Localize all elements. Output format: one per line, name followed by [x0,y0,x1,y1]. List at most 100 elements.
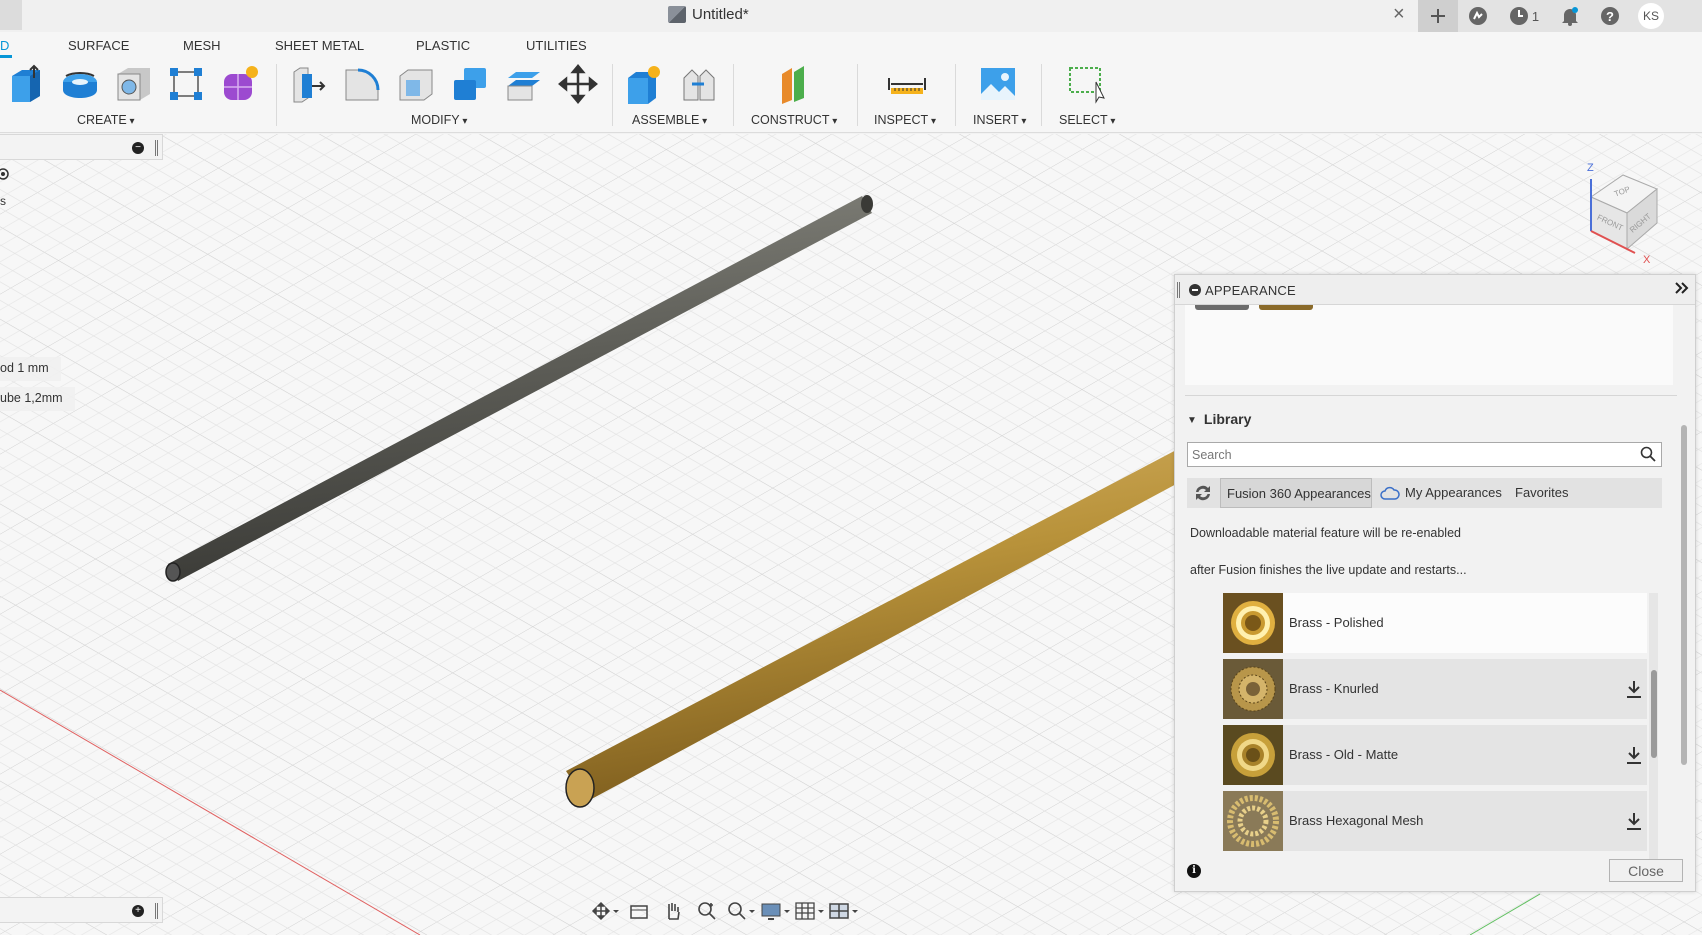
browser-item-rod[interactable]: od 1 mm [0,357,61,381]
hole-icon[interactable] [114,64,154,104]
construct-menu[interactable]: CONSTRUCT [751,113,837,127]
appearance-swatch[interactable] [1195,305,1249,310]
expand-comments-icon[interactable]: + [132,905,144,917]
document-title-text: Untitled* [692,6,749,23]
collapse-browser-icon[interactable]: − [132,142,144,154]
new-tab-button[interactable] [1418,0,1458,32]
assemble-menu[interactable]: ASSEMBLE [632,113,707,127]
tab-plastic[interactable]: PLASTIC [416,38,470,53]
document-cube-icon [668,6,686,23]
extrude-icon[interactable] [6,64,46,104]
grip-icon[interactable] [155,903,158,919]
navigation-bar [590,896,890,926]
material-row[interactable]: Brass Hexagonal Mesh [1223,791,1647,851]
measure-icon[interactable] [887,64,927,104]
info-icon[interactable]: i [1187,864,1201,878]
combine-icon[interactable] [450,64,490,104]
download-icon[interactable] [1625,679,1643,699]
material-name: Brass - Polished [1289,615,1384,630]
new-component-icon[interactable] [624,64,664,104]
download-icon[interactable] [1625,811,1643,831]
zoom-icon [698,902,716,920]
user-avatar[interactable]: KS [1638,3,1664,29]
material-row[interactable]: Brass - Polished [1223,593,1647,653]
material-list-scroll-thumb[interactable] [1651,670,1657,758]
tab-utilities[interactable]: UTILITIES [526,38,587,53]
expand-panel-icon[interactable] [1675,282,1689,294]
orbit-icon [591,901,619,921]
appearance-panel-header[interactable]: APPEARANCE [1175,275,1695,305]
close-button[interactable]: Close [1609,859,1683,882]
form-icon[interactable] [220,64,260,104]
joint-icon[interactable] [678,64,718,104]
move-icon[interactable] [558,64,598,104]
job-status-button[interactable]: 1 [1498,0,1550,32]
insert-image-icon[interactable] [978,64,1018,104]
viewports-button[interactable] [828,899,858,923]
appearance-swatch[interactable] [1259,305,1313,310]
plus-icon [1431,9,1445,23]
inspect-menu[interactable]: INSPECT [874,113,936,127]
job-count: 1 [1531,8,1540,24]
grip-icon[interactable] [155,140,158,156]
collapse-panel-icon[interactable] [1189,284,1201,296]
view-cube[interactable]: TOP FRONT RIGHT Z X [1575,155,1685,265]
press-pull-icon[interactable] [288,64,328,104]
search-icon[interactable] [1640,446,1656,462]
panel-scroll-thumb[interactable] [1681,425,1687,765]
comments-panel-header[interactable]: + [0,897,163,923]
create-menu[interactable]: CREATE [77,113,135,127]
zoom-button[interactable] [692,899,722,923]
tab-sheet-metal[interactable]: SHEET METAL [275,38,364,53]
extensions-button[interactable] [1458,0,1498,32]
select-window-icon[interactable] [1066,64,1106,104]
toolbar-separator [733,64,734,126]
zoom-window-button[interactable] [726,899,756,923]
material-row[interactable]: Brass - Knurled [1223,659,1647,719]
refresh-icon[interactable] [1191,482,1215,504]
workspace-tabs: D SURFACE MESH SHEET METAL PLASTIC UTILI… [0,32,1702,58]
revolve-icon[interactable] [60,64,100,104]
title-bar-actions: 1 ? KS [1418,0,1702,32]
pan-hand-icon [668,903,680,920]
insert-menu[interactable]: INSERT [973,113,1026,127]
notifications-button[interactable] [1550,0,1590,32]
tab-fusion-360-appearances[interactable]: Fusion 360 Appearances [1220,478,1372,508]
select-menu[interactable]: SELECT [1059,113,1115,127]
grip-icon[interactable] [1177,282,1180,298]
viewcube-x-label: X [1643,254,1651,265]
notice-line-2: after Fusion finishes the live update an… [1190,563,1467,577]
in-design-appearances [1185,305,1673,385]
eye-icon[interactable] [0,167,12,181]
browser-item-tube[interactable]: ube 1,2mm [0,387,75,411]
grid-settings-button[interactable] [794,899,824,923]
library-search-input[interactable] [1187,442,1662,467]
browser-panel-header[interactable]: − [0,134,163,160]
toolbar-separator [857,64,858,126]
download-icon[interactable] [1625,745,1643,765]
display-settings-button[interactable] [760,899,790,923]
tab-surface[interactable]: SURFACE [68,38,129,53]
brass-old-matte-thumbnail [1223,725,1283,785]
tab-my-appearances[interactable]: My Appearances [1405,485,1502,500]
browser-item-partial[interactable]: s [0,194,6,208]
close-tab-button[interactable]: × [1393,3,1405,26]
offset-plane-icon[interactable] [776,64,816,104]
offset-face-icon[interactable] [504,64,544,104]
pan-button[interactable] [658,899,688,923]
modify-menu[interactable]: MODIFY [411,113,467,127]
look-at-button[interactable] [624,899,654,923]
tab-favorites[interactable]: Favorites [1515,485,1568,500]
library-tabs: Fusion 360 Appearances My Appearances Fa… [1187,478,1662,508]
orbit-button[interactable] [590,899,620,923]
title-bar-left-button[interactable] [0,0,22,30]
fillet-icon[interactable] [342,64,382,104]
shell-icon[interactable] [396,64,436,104]
material-row[interactable]: Brass - Old - Matte [1223,725,1647,785]
help-button[interactable]: ? [1590,0,1630,32]
material-name: Brass - Old - Matte [1289,747,1399,762]
library-heading[interactable]: Library [1187,411,1251,427]
pattern-icon[interactable] [166,64,206,104]
tab-design[interactable]: D [0,38,9,53]
tab-mesh[interactable]: MESH [183,38,221,53]
